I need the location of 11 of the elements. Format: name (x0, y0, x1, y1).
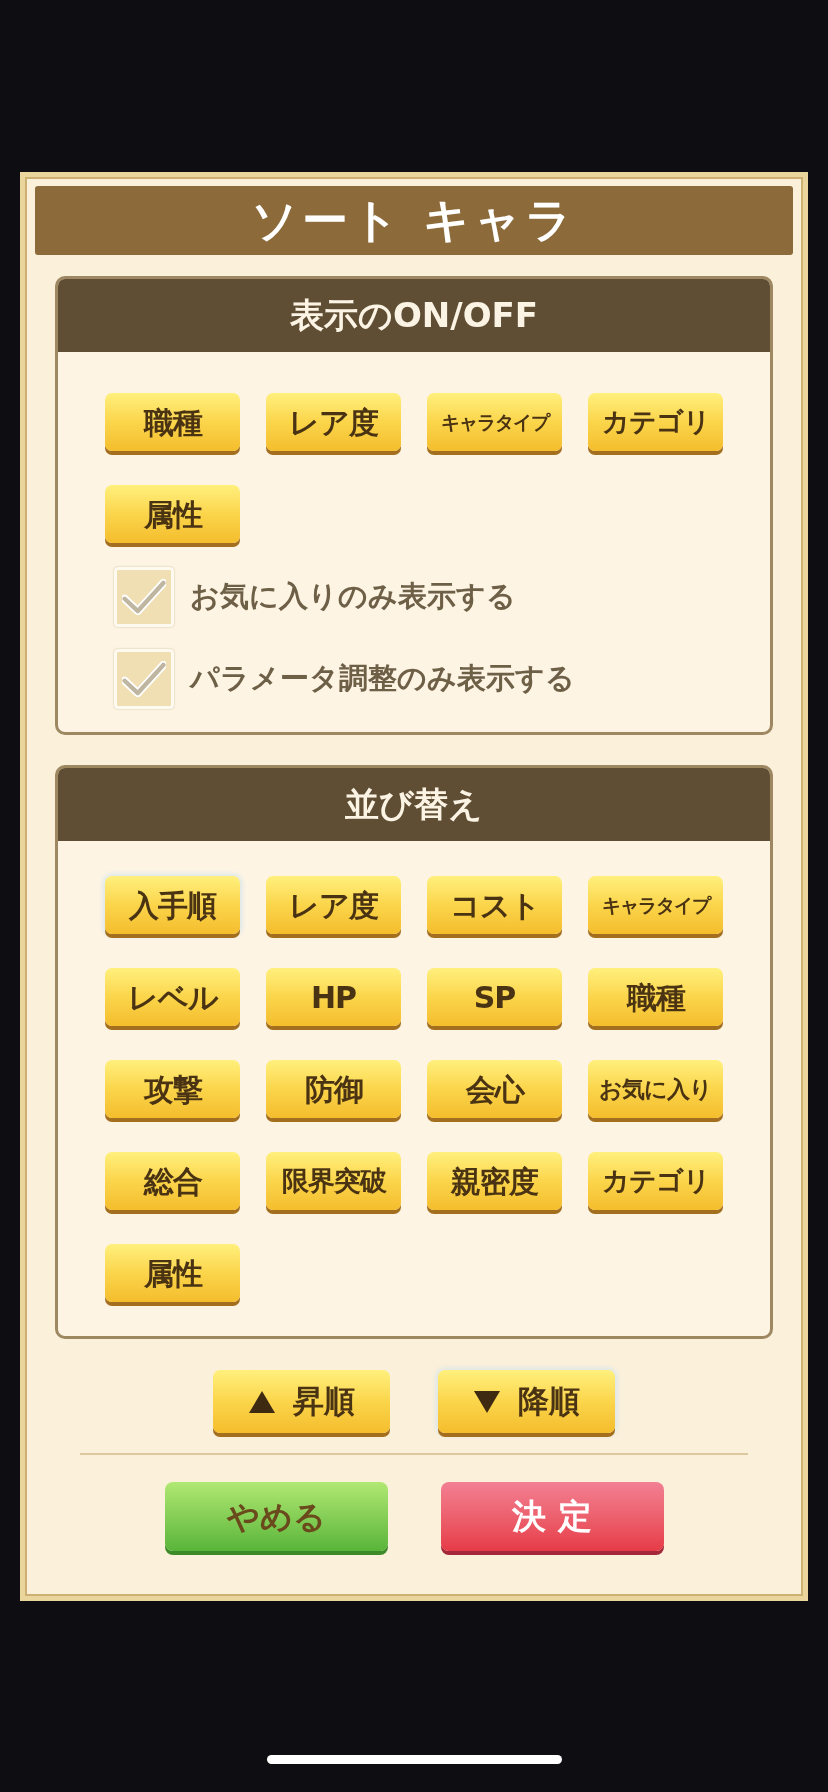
section-heading: 並び替え (58, 768, 770, 841)
checkbox[interactable] (114, 567, 174, 627)
checkbox[interactable] (114, 649, 174, 709)
checkbox-label: お気に入りのみ表示する (190, 578, 516, 616)
dialog-title: ソート キャラ (35, 186, 793, 255)
checkmark-icon (122, 661, 166, 697)
section-heading: 表示のON/OFF (58, 279, 770, 352)
checkbox-label: パラメータ調整のみ表示する (190, 660, 575, 698)
triangle-down-icon (473, 1390, 500, 1413)
triangle-up-icon (248, 1390, 275, 1413)
checkmark-icon (122, 579, 166, 615)
